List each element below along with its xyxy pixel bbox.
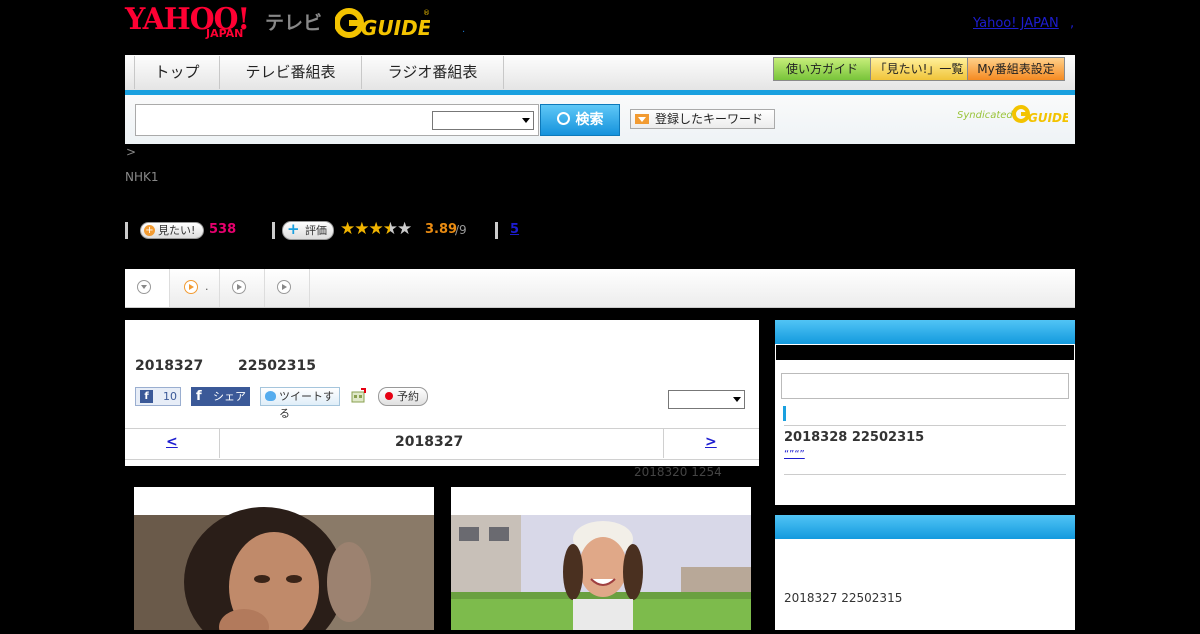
reserve-button[interactable]: 予約 (378, 387, 428, 406)
next-day-link[interactable]: > (705, 434, 717, 450)
mixi-check-icon[interactable] (351, 388, 367, 404)
divider (125, 222, 128, 239)
tv-logo-text[interactable]: テレビ (265, 8, 322, 35)
review-count-link[interactable]: 5 (510, 222, 519, 237)
registered-keywords-label: 登録したキーワード (655, 112, 764, 126)
program-tab-1[interactable] (125, 269, 170, 307)
rate-label: 評価 (305, 224, 327, 237)
channel-name: NHK1 (125, 170, 159, 184)
chevron-down-icon (522, 118, 530, 123)
sidebar-program-datetime: 2018328 22502315 (784, 430, 925, 445)
sidebar-section-marker (783, 406, 786, 421)
previous-day-link[interactable]: < (166, 434, 178, 450)
header-comma: , (1070, 16, 1075, 31)
play-icon (184, 280, 198, 294)
chevron-down-icon (137, 280, 151, 294)
woman-thinking-image (134, 507, 434, 634)
mitai-count: 538 (209, 222, 237, 237)
my-schedule-settings-button[interactable]: My番組表設定 (967, 57, 1065, 81)
facebook-icon: f (140, 390, 153, 403)
syndicated-text: Syndicated (957, 110, 1013, 121)
rate-button[interactable]: + 評価 (282, 221, 334, 240)
chevron-down-icon (733, 397, 741, 402)
yahoo-japan-logo-text: JAPAN (206, 27, 244, 40)
header-dot: . (462, 24, 466, 35)
svg-text:GUIDE: GUIDE (361, 16, 430, 40)
syndicated-gguide-logo: GUIDE (1012, 105, 1068, 125)
dropdown-arrow-icon (635, 114, 649, 124)
date-nav-divider (663, 428, 664, 458)
sidebar-box-2-datetime: 2018327 22502315 (784, 591, 903, 605)
play-icon (232, 280, 246, 294)
update-timestamp: 2018320 1254 (634, 465, 722, 479)
mitai-label: 見たい! (158, 224, 196, 237)
tweet-button[interactable]: ツイートする (260, 387, 340, 420)
episode-image-2[interactable] (451, 487, 751, 630)
facebook-like-button[interactable]: f 10 (135, 387, 181, 406)
plus-icon: + (287, 220, 300, 238)
rating-count: /9 (455, 223, 467, 237)
divider (784, 425, 1066, 426)
nav-tab-tv-schedule[interactable]: テレビ番組表 (219, 56, 362, 89)
program-tab-3[interactable] (220, 269, 265, 307)
program-tab-2-label: . (205, 280, 209, 293)
half-star-icon: ★ (382, 219, 398, 239)
reserve-label: 予約 (397, 390, 419, 403)
gguide-logo[interactable]: GUIDE ® (335, 6, 430, 40)
rating-stars: ★★★★★ (340, 219, 412, 239)
star-icon: ★ (340, 219, 355, 239)
star-icon: ★ (354, 219, 369, 239)
mitai-list-button[interactable]: 「見たい!」一覧 (870, 57, 968, 81)
current-date: 2018327 (395, 434, 464, 450)
divider (784, 474, 1066, 475)
nav-tab-radio-schedule[interactable]: ラジオ番組表 (361, 56, 504, 89)
woman-smiling-outdoors-image (451, 515, 751, 630)
search-button[interactable]: 検索 (540, 104, 620, 136)
star-empty-icon: ★ (397, 219, 412, 239)
sidebar-box-2-header (775, 515, 1075, 539)
usage-guide-button[interactable]: 使い方ガイド (773, 57, 871, 81)
sidebar-box-1-band (776, 345, 1074, 360)
program-tab-2[interactable]: . (170, 269, 220, 307)
facebook-icon: f (196, 389, 202, 404)
share-label: シェア (213, 390, 246, 403)
mitai-button[interactable]: + 見たい! (140, 222, 204, 239)
episode-select[interactable] (668, 390, 745, 409)
program-tab-4[interactable] (265, 269, 310, 307)
nav-tab-top[interactable]: トップ (134, 56, 220, 89)
svg-text:GUIDE: GUIDE (1028, 111, 1068, 125)
like-count: 10 (163, 390, 177, 403)
play-icon (277, 280, 291, 294)
sidebar-input[interactable] (781, 373, 1069, 399)
registered-keywords-button[interactable]: 登録したキーワード (630, 109, 775, 129)
plus-icon: + (144, 225, 155, 236)
sidebar-program-link[interactable]: “”“” (784, 449, 872, 460)
episode-date: 2018327 (135, 358, 204, 374)
twitter-icon (265, 391, 276, 401)
breadcrumb[interactable]: > (126, 145, 136, 159)
svg-text:®: ® (423, 9, 430, 17)
episode-image-1[interactable] (134, 487, 434, 634)
star-icon: ★ (368, 219, 384, 239)
record-icon (385, 392, 393, 400)
search-category-select[interactable] (432, 111, 534, 130)
divider (495, 222, 498, 239)
rating-value: 3.89 (425, 222, 458, 237)
tweet-label: ツイートする (279, 390, 334, 420)
facebook-share-button[interactable]: f シェア (191, 387, 250, 406)
search-icon (556, 112, 570, 125)
yahoo-japan-link[interactable]: Yahoo! JAPAN (973, 16, 1059, 31)
search-button-label: 検索 (575, 112, 604, 128)
sidebar-box-1-header (775, 320, 1075, 344)
episode-time: 22502315 (238, 358, 316, 374)
divider (272, 222, 275, 239)
